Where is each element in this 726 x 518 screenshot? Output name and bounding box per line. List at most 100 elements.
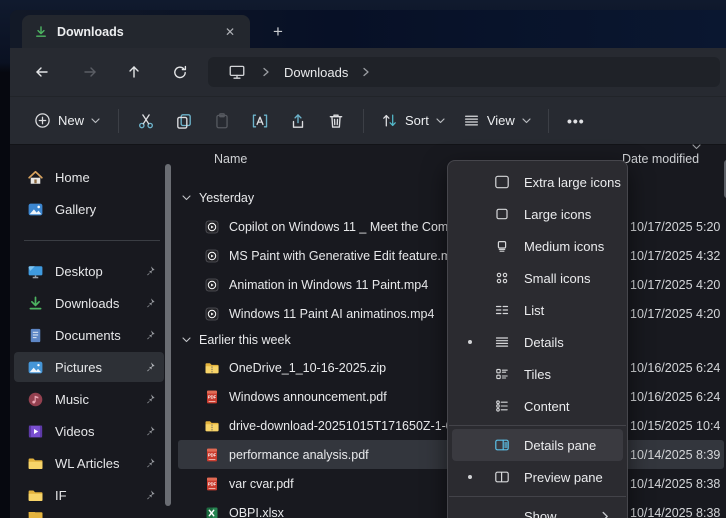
sidebar-item-wl-articles[interactable]: WL Articles [14, 448, 164, 478]
menu-item-extra-large-icons[interactable]: Extra large icons [452, 166, 623, 198]
svg-text:PDF: PDF [208, 394, 217, 399]
sidebar-item-documents[interactable]: Documents [14, 320, 164, 350]
sidebar-item-music[interactable]: Music [14, 384, 164, 414]
sidebar-item-partial[interactable] [14, 512, 164, 518]
menu-item-label: Small icons [524, 271, 590, 286]
menu-item-details[interactable]: Details [452, 326, 623, 358]
delete-button[interactable] [317, 104, 355, 138]
pin-icon [144, 361, 156, 373]
sort-direction-chevron-icon [692, 144, 701, 150]
column-header-date-modified[interactable]: Date modified [622, 152, 699, 166]
download-icon [34, 25, 48, 39]
menu-item-label: Medium icons [524, 239, 604, 254]
sidebar-item-gallery[interactable]: Gallery [14, 194, 164, 224]
file-name: drive-download-20251015T171650Z-1-001. [229, 419, 470, 433]
tab-downloads[interactable]: Downloads ✕ [22, 15, 250, 48]
details-icon [494, 334, 510, 350]
file-name: Copilot on Windows 11 _ Meet the Compu [229, 220, 462, 234]
chevron-down-icon [522, 118, 531, 124]
sidebar-item-pictures[interactable]: Pictures [14, 352, 164, 382]
file-date-modified: 10/14/2025 8:38 [630, 506, 720, 518]
extra-large-icons-icon [494, 174, 510, 190]
pin-icon [144, 457, 156, 469]
menu-item-medium-icons[interactable]: Medium icons [452, 230, 623, 262]
menu-item-label: Extra large icons [524, 175, 621, 190]
pin-icon [144, 297, 156, 309]
pdf-file-icon: PDF [204, 476, 220, 492]
file-name: Animation in Windows 11 Paint.mp4 [229, 278, 428, 292]
folder-icon [27, 487, 44, 504]
submenu-chevron-icon [602, 511, 609, 518]
new-tab-button[interactable]: + [266, 20, 290, 44]
command-bar: New Sort View [10, 96, 726, 145]
zip-file-icon [204, 360, 220, 376]
view-button-label: View [487, 113, 515, 128]
small-icons-icon [494, 270, 510, 286]
svg-text:PDF: PDF [208, 452, 217, 457]
sidebar-item-label: Desktop [55, 264, 144, 279]
sidebar-item-videos[interactable]: Videos [14, 416, 164, 446]
breadcrumb-chevron-icon [262, 67, 270, 77]
address-bar[interactable]: Downloads [208, 57, 720, 87]
large-icons-icon [494, 206, 510, 222]
menu-item-details-pane[interactable]: Details pane [452, 429, 623, 461]
chevron-down-icon [91, 118, 100, 124]
paste-button[interactable] [203, 104, 241, 138]
menu-item-label: Content [524, 399, 570, 414]
copy-button[interactable] [165, 104, 203, 138]
menu-item-small-icons[interactable]: Small icons [452, 262, 623, 294]
sidebar-item-if[interactable]: IF [14, 480, 164, 510]
file-explorer-window: Downloads ✕ + Downloads [10, 10, 726, 518]
toolbar-separator [363, 109, 364, 133]
menu-item-label: Details pane [524, 438, 596, 453]
tab-close-icon[interactable]: ✕ [220, 23, 240, 41]
pictures-icon [27, 359, 44, 376]
folder-icon [27, 455, 44, 472]
cut-button[interactable] [127, 104, 165, 138]
file-name: var cvar.pdf [229, 477, 294, 491]
see-more-button[interactable]: ••• [557, 104, 595, 138]
file-name: OneDrive_1_10-16-2025.zip [229, 361, 386, 375]
navigation-pane: Home Gallery Desktop Downloads Documents [10, 146, 176, 518]
view-button[interactable]: View [454, 106, 540, 135]
pin-icon [144, 489, 156, 501]
sidebar-scrollbar[interactable] [165, 164, 171, 506]
videos-icon [27, 423, 44, 440]
toolbar-separator [548, 109, 549, 133]
file-date-modified: 10/16/2025 6:24 [630, 361, 720, 375]
file-name: Windows 11 Paint AI animatinos.mp4 [229, 307, 434, 321]
group-label: Yesterday [199, 191, 254, 205]
rename-button[interactable] [241, 104, 279, 138]
refresh-button[interactable] [166, 58, 194, 86]
sidebar-item-label: Gallery [55, 202, 164, 217]
sidebar-item-label: Home [55, 170, 164, 185]
column-header-name[interactable]: Name [214, 152, 247, 166]
back-button[interactable] [28, 58, 56, 86]
menu-item-content[interactable]: Content [452, 390, 623, 422]
menu-item-show[interactable]: Show [452, 500, 623, 518]
chevron-down-icon [436, 118, 445, 124]
menu-item-preview-pane[interactable]: Preview pane [452, 461, 623, 493]
sidebar-item-home[interactable]: Home [14, 162, 164, 192]
file-name: Windows announcement.pdf [229, 390, 387, 404]
file-date-modified: 10/16/2025 6:24 [630, 390, 720, 404]
breadcrumb-downloads[interactable]: Downloads [284, 65, 348, 80]
sort-button[interactable]: Sort [372, 106, 454, 135]
menu-item-label: Details [524, 335, 564, 350]
preview-pane-icon [494, 469, 510, 485]
file-date-modified: 10/17/2025 4:20 [630, 278, 720, 292]
menu-item-large-icons[interactable]: Large icons [452, 198, 623, 230]
menu-item-list[interactable]: List [452, 294, 623, 326]
file-date-modified: 10/15/2025 10:4 [630, 419, 720, 433]
folder-icon [27, 512, 44, 518]
menu-separator [449, 496, 626, 497]
forward-button[interactable] [76, 58, 104, 86]
menu-item-tiles[interactable]: Tiles [452, 358, 623, 390]
new-button[interactable]: New [24, 106, 110, 135]
sidebar-item-downloads[interactable]: Downloads [14, 288, 164, 318]
up-button[interactable] [120, 58, 148, 86]
menu-separator [449, 425, 626, 426]
sidebar-item-desktop[interactable]: Desktop [14, 256, 164, 286]
share-button[interactable] [279, 104, 317, 138]
selected-bullet-icon [468, 475, 472, 479]
